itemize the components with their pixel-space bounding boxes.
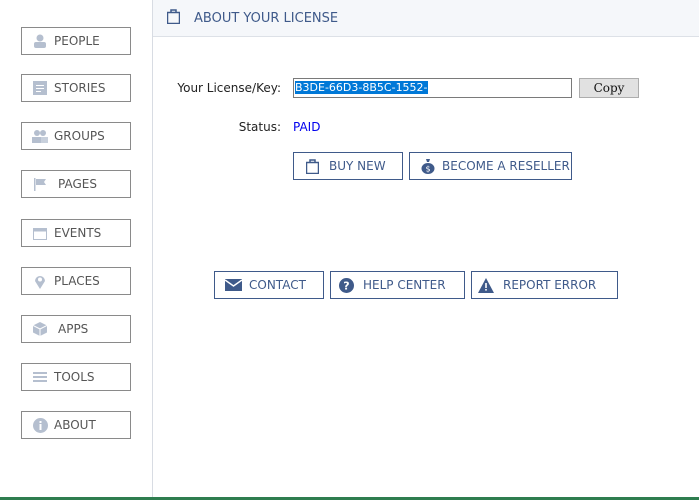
sidebar-item-label: PAGES bbox=[58, 177, 97, 191]
license-key-field[interactable]: B3DE-66D3-8B5C-1552- bbox=[293, 78, 572, 98]
status-label: Status: bbox=[238, 120, 281, 134]
help-center-label: HELP CENTER bbox=[363, 278, 446, 292]
sidebar-item-label: STORIES bbox=[54, 81, 106, 95]
shopping-bag-icon bbox=[166, 8, 181, 28]
contact-button[interactable]: CONTACT bbox=[214, 271, 324, 299]
sidebar-item-label: GROUPS bbox=[54, 129, 105, 143]
sidebar-item-label: PEOPLE bbox=[54, 34, 100, 48]
sidebar-item-events[interactable]: EVENTS bbox=[21, 219, 131, 247]
question-circle-icon: ? bbox=[337, 276, 355, 294]
contact-label: CONTACT bbox=[249, 278, 306, 292]
sidebar-item-pages[interactable]: PAGES bbox=[21, 170, 131, 198]
become-reseller-label: BECOME A RESELLER bbox=[442, 159, 570, 173]
report-error-button[interactable]: REPORT ERROR bbox=[471, 271, 618, 299]
page-title: ABOUT YOUR LICENSE bbox=[194, 10, 339, 26]
become-reseller-button[interactable]: $ BECOME A RESELLER bbox=[409, 152, 572, 180]
sidebar-item-label: ABOUT bbox=[54, 418, 96, 432]
calendar-icon bbox=[32, 225, 48, 241]
license-key-label: Your License/Key: bbox=[177, 81, 281, 95]
sidebar-item-about[interactable]: ABOUT bbox=[21, 411, 131, 439]
license-key-value: B3DE-66D3-8B5C-1552- bbox=[295, 81, 428, 94]
warning-icon bbox=[477, 276, 495, 294]
svg-text:$: $ bbox=[425, 165, 430, 174]
sidebar-item-label: APPS bbox=[58, 322, 89, 336]
page-header: ABOUT YOUR LICENSE bbox=[153, 0, 699, 37]
person-icon bbox=[32, 33, 48, 49]
help-center-button[interactable]: ? HELP CENTER bbox=[330, 271, 465, 299]
sidebar-item-tools[interactable]: TOOLS bbox=[21, 363, 131, 391]
buy-new-label: BUY NEW bbox=[329, 159, 386, 173]
sidebar-item-label: PLACES bbox=[54, 274, 100, 288]
buy-new-button[interactable]: BUY NEW bbox=[293, 152, 403, 180]
menu-icon bbox=[32, 369, 48, 385]
sidebar-item-label: TOOLS bbox=[54, 370, 95, 384]
sidebar-item-apps[interactable]: APPS bbox=[21, 315, 131, 343]
envelope-icon bbox=[224, 276, 242, 294]
sidebar-item-places[interactable]: PLACES bbox=[21, 267, 131, 295]
sidebar-item-groups[interactable]: GROUPS bbox=[21, 122, 131, 150]
group-icon bbox=[32, 128, 48, 144]
status-value: PAID bbox=[293, 120, 321, 134]
report-error-label: REPORT ERROR bbox=[503, 278, 597, 292]
money-bag-icon: $ bbox=[419, 157, 437, 175]
sidebar-item-label: EVENTS bbox=[54, 226, 102, 240]
info-icon bbox=[32, 417, 48, 433]
flag-icon bbox=[32, 176, 48, 192]
sidebar-item-stories[interactable]: STORIES bbox=[21, 74, 131, 102]
map-pin-icon bbox=[32, 273, 48, 289]
svg-text:?: ? bbox=[343, 279, 349, 292]
document-icon bbox=[32, 80, 48, 96]
sidebar-item-people[interactable]: PEOPLE bbox=[21, 27, 131, 55]
cube-icon bbox=[32, 321, 48, 337]
sidebar: PEOPLE STORIES GROUPS PAGES EVENTS PLACE… bbox=[0, 0, 153, 500]
copy-button[interactable]: Copy bbox=[579, 78, 639, 98]
shopping-bag-icon bbox=[303, 157, 321, 175]
